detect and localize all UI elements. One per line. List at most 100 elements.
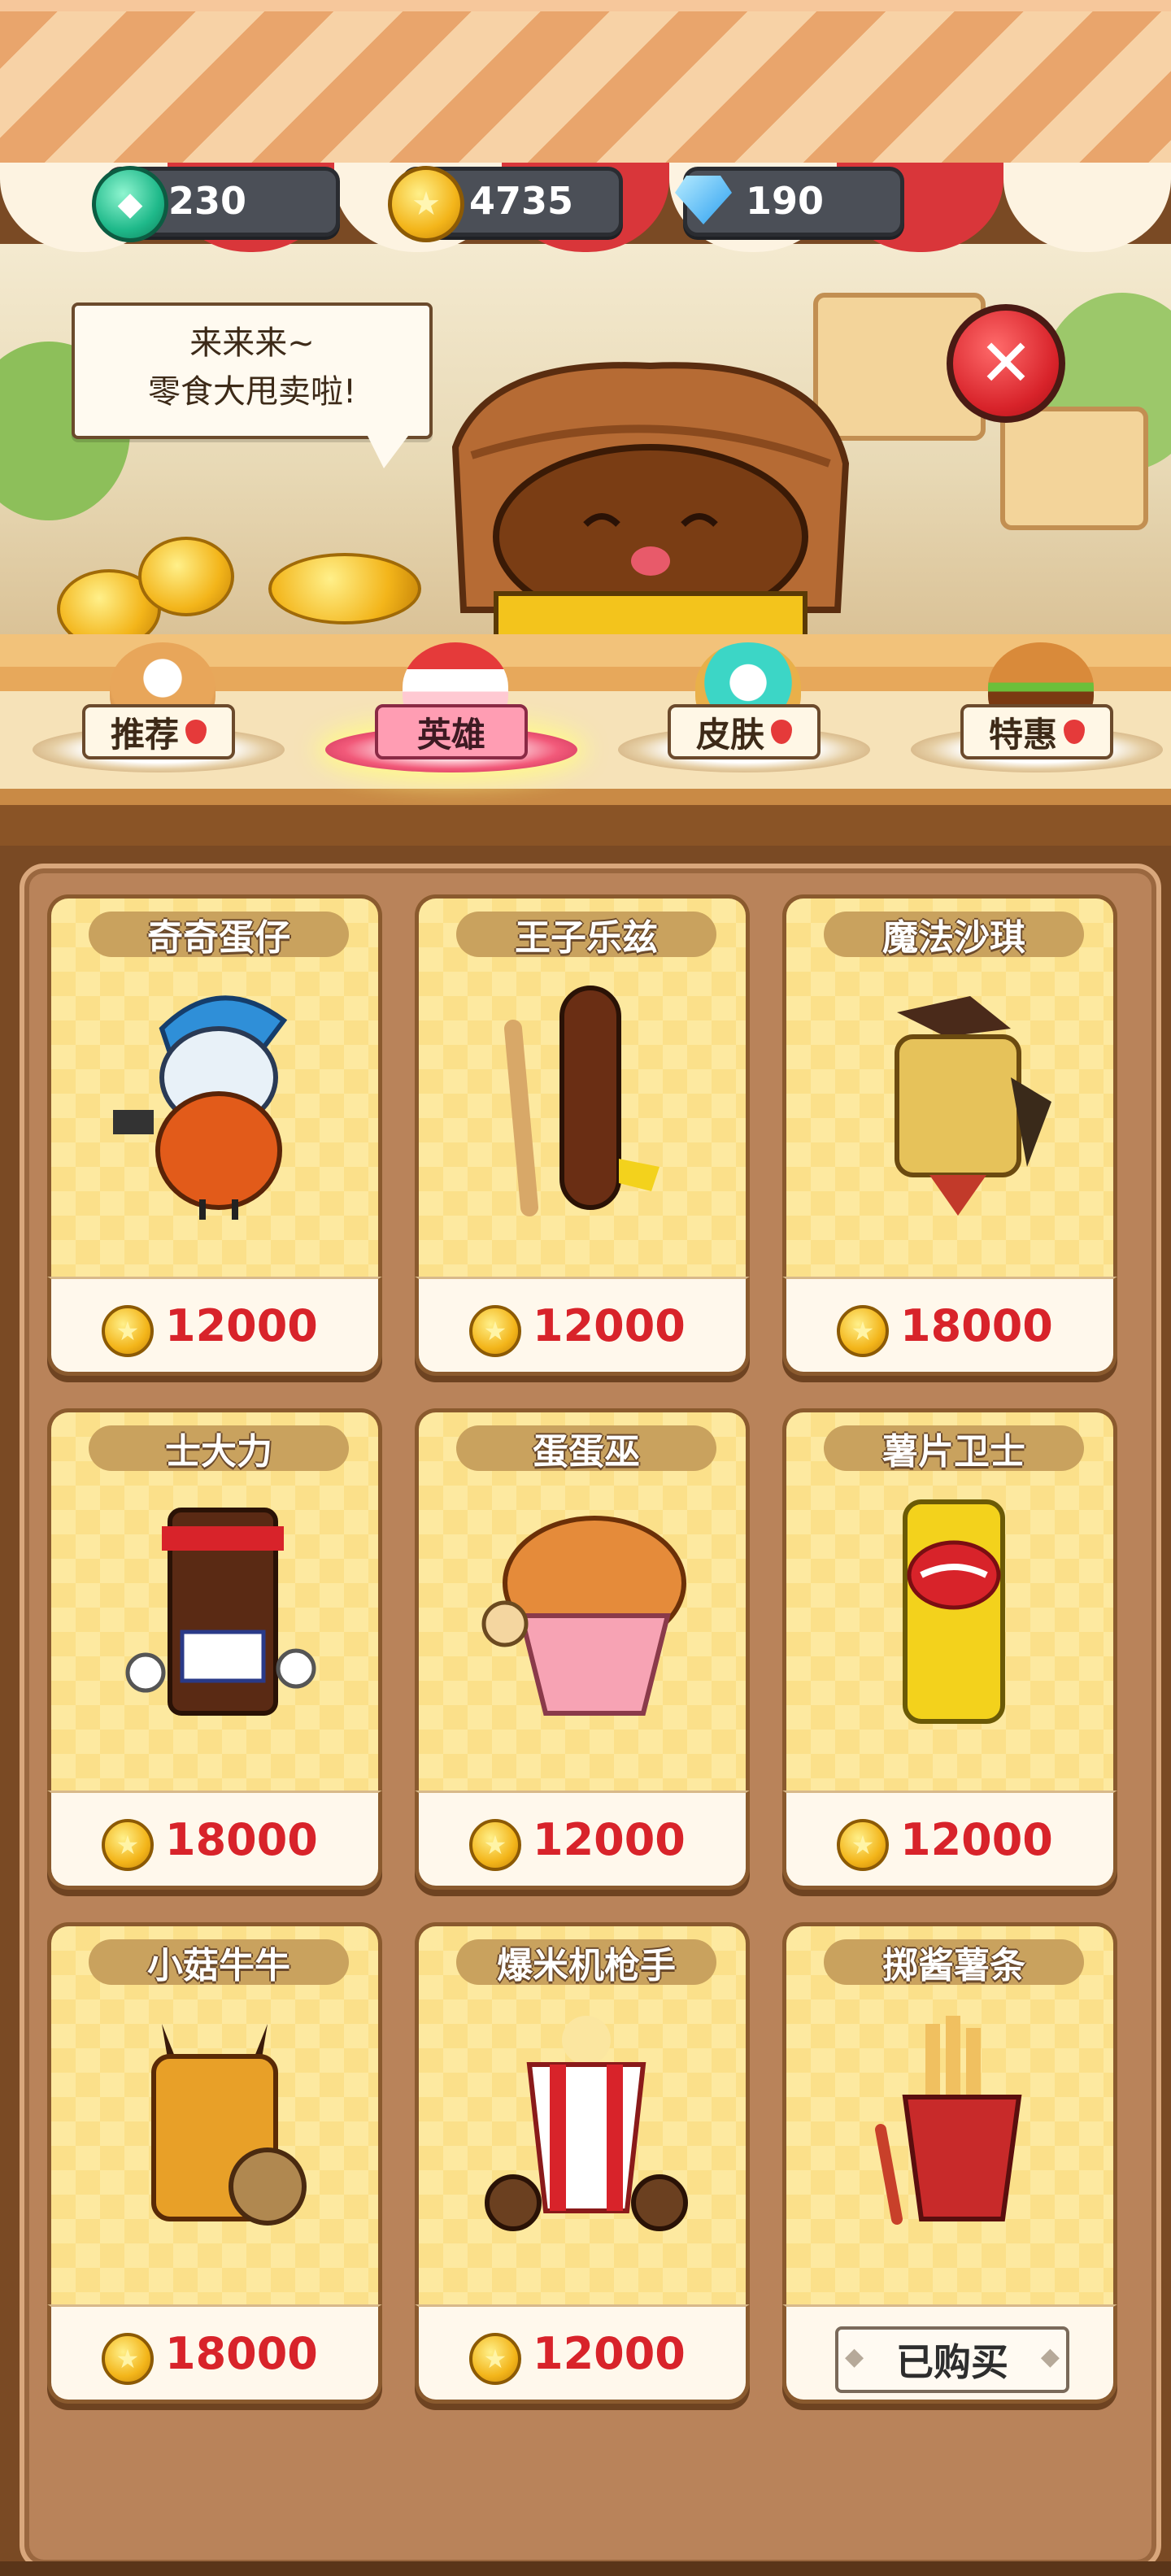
- coin-pile-decoration: [268, 553, 421, 624]
- price-area: 12000: [415, 2304, 750, 2404]
- hero-name: 掷酱薯条: [882, 1945, 1025, 1986]
- gold-coin-icon: [837, 1305, 889, 1357]
- egg-hero-icon: [113, 995, 288, 1220]
- muffin-hero-icon: [481, 1516, 686, 1716]
- strawberry-icon: [771, 720, 792, 744]
- tab-label: 特惠: [960, 704, 1113, 759]
- hero-card-chip-guard[interactable]: 薯片卫士 12000: [782, 1408, 1117, 1890]
- tab-skins[interactable]: 皮肤: [618, 642, 870, 772]
- hero-card-dandanwu[interactable]: 蛋蛋巫 12000: [415, 1408, 750, 1890]
- tab-heroes[interactable]: 英雄: [325, 642, 577, 772]
- hero-name: 爆米机枪手: [497, 1945, 676, 1986]
- name-ribbon: 魔法沙琪: [824, 912, 1084, 959]
- strawberry-icon: [185, 720, 207, 744]
- chip-can-hero-icon: [903, 1499, 1005, 1724]
- gold-coin-icon: [469, 1819, 521, 1871]
- name-ribbon: 蛋蛋巫: [456, 1425, 716, 1473]
- tab-recommended[interactable]: 推荐: [33, 642, 285, 772]
- card-art-area: 小菇牛牛: [47, 1922, 382, 2304]
- card-art-area: 魔法沙琪: [782, 894, 1117, 1277]
- green-gem-icon: ◆: [92, 166, 168, 242]
- price-area: 18000: [47, 1791, 382, 1890]
- price-area: 12000: [415, 1791, 750, 1890]
- hero-card-sauce-fries[interactable]: 掷酱薯条 已购买: [782, 1922, 1117, 2404]
- card-art-area: 掷酱薯条: [782, 1922, 1117, 2304]
- gold-coin-icon: [102, 1305, 154, 1357]
- gem-count: 230: [168, 179, 247, 223]
- card-art-area: 王子乐兹: [415, 894, 750, 1277]
- hero-price: 18000: [165, 1814, 318, 1865]
- gold-coin-icon: [469, 1305, 521, 1357]
- price-area: 12000: [47, 1277, 382, 1376]
- tab-label-text: 推荐: [110, 714, 179, 755]
- hero-price: 12000: [900, 1814, 1053, 1865]
- strawberry-icon: [1064, 720, 1085, 744]
- card-art-area: 爆米机枪手: [415, 1922, 750, 2304]
- price-area: 18000: [47, 2304, 382, 2404]
- chocolate-stick-hero-icon: [504, 986, 660, 1216]
- tab-label: 推荐: [82, 704, 235, 759]
- hero-price: 18000: [900, 1300, 1053, 1351]
- tab-deals[interactable]: 特惠: [911, 642, 1163, 772]
- card-art-area: 奇奇蛋仔: [47, 894, 382, 1277]
- coin-pile-decoration: [138, 537, 234, 616]
- name-ribbon: 薯片卫士: [824, 1425, 1084, 1473]
- card-art-area: 蛋蛋巫: [415, 1408, 750, 1791]
- saqima-hero-icon: [895, 996, 1051, 1216]
- hero-card-prince-lezi[interactable]: 王子乐兹 12000: [415, 894, 750, 1376]
- hero-price: 12000: [533, 1300, 686, 1351]
- chocolate-bar-hero-icon: [125, 1508, 316, 1716]
- name-ribbon: 掷酱薯条: [824, 1939, 1084, 1986]
- hero-name: 小菇牛牛: [147, 1945, 290, 1986]
- gold-count: 4735: [469, 179, 574, 223]
- close-button[interactable]: ✕: [947, 304, 1065, 423]
- popcorn-hero-icon: [485, 2016, 688, 2231]
- name-ribbon: 士大力: [89, 1425, 349, 1473]
- hero-price: 12000: [533, 2328, 686, 2379]
- price-area: 12000: [782, 1791, 1117, 1890]
- hero-card-qiqi[interactable]: 奇奇蛋仔 12000: [47, 894, 382, 1376]
- hero-name: 魔法沙琪: [882, 917, 1025, 959]
- hero-name: 奇奇蛋仔: [147, 917, 290, 959]
- hero-card-mushroom-niuniu[interactable]: 小菇牛牛 18000: [47, 1922, 382, 2404]
- tab-label-text: 皮肤: [695, 714, 764, 755]
- gold-coin-icon: [469, 2333, 521, 2385]
- blue-diamond-icon: [669, 166, 738, 234]
- name-ribbon: 爆米机枪手: [456, 1939, 716, 1986]
- purchased-label: 已购买: [835, 2326, 1069, 2393]
- price-area: 已购买: [782, 2304, 1117, 2404]
- tab-label-text: 特惠: [988, 714, 1057, 755]
- hero-price: 12000: [533, 1814, 686, 1865]
- tab-label: 英雄: [375, 704, 528, 759]
- speech-bubble: 来来来~ 零食大甩卖啦!: [72, 302, 433, 468]
- hero-name: 士大力: [165, 1431, 272, 1473]
- tab-label: 皮肤: [668, 704, 821, 759]
- diamond-currency[interactable]: 190: [675, 167, 904, 237]
- close-icon: ✕: [978, 325, 1034, 401]
- gem-currency[interactable]: ◆ 230: [92, 166, 340, 242]
- hero-card-shidali[interactable]: 士大力 18000: [47, 1408, 382, 1890]
- hero-card-magic-saqima[interactable]: 魔法沙琪 18000: [782, 894, 1117, 1376]
- hero-price: 18000: [165, 2328, 318, 2379]
- hero-price: 12000: [165, 1300, 318, 1351]
- fries-hero-icon: [875, 2016, 1022, 2225]
- bottom-edge: [0, 2561, 1171, 2576]
- name-ribbon: 奇奇蛋仔: [89, 912, 349, 959]
- shop-awning: [0, 0, 1171, 168]
- card-art-area: 士大力: [47, 1408, 382, 1791]
- price-area: 12000: [415, 1277, 750, 1376]
- hero-name: 薯片卫士: [882, 1431, 1025, 1473]
- gold-currency[interactable]: ★ 4735: [388, 166, 623, 242]
- speech-line-1: 来来来~: [189, 324, 315, 362]
- hero-card-popcorn-gunner[interactable]: 爆米机枪手 12000: [415, 1922, 750, 2404]
- hero-name: 蛋蛋巫: [533, 1431, 640, 1473]
- diamond-count: 190: [746, 179, 825, 223]
- gold-coin-icon: [102, 1819, 154, 1871]
- mushroom-hero-icon: [151, 2024, 307, 2226]
- price-area: 18000: [782, 1277, 1117, 1376]
- hero-name: 王子乐兹: [515, 917, 658, 959]
- featured-hero-character: [451, 362, 850, 642]
- name-ribbon: 王子乐兹: [456, 912, 716, 959]
- card-art-area: 薯片卫士: [782, 1408, 1117, 1791]
- gold-coin-icon: [837, 1819, 889, 1871]
